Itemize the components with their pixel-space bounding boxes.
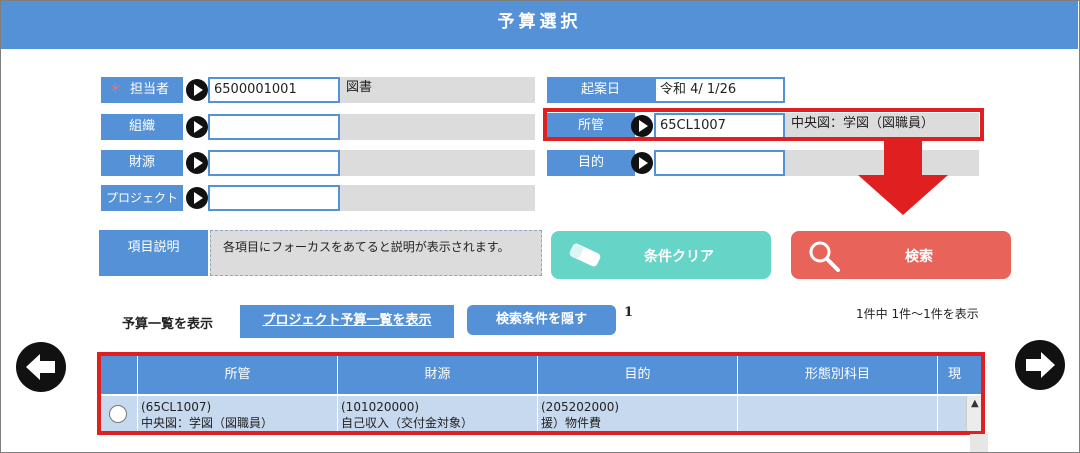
table-header-zaigen: 財源	[338, 356, 538, 394]
table-header-keitai: 形態別科目	[738, 356, 938, 394]
zaigen-code-input[interactable]	[208, 150, 340, 176]
next-page-button[interactable]	[1015, 340, 1065, 390]
table-cell-shokan: (65CL1007) 中央図：学図（図職員）	[138, 396, 338, 431]
tanto-label: ＊ 担当者	[101, 77, 183, 103]
kian-date-label: 起案日	[547, 77, 654, 103]
project-code-input[interactable]	[208, 185, 340, 211]
zaigen-label: 財源	[101, 150, 183, 176]
arrow-right-icon	[1026, 352, 1055, 378]
table-cell-keitai	[738, 396, 938, 431]
clear-button-label: 条件クリア	[644, 249, 714, 265]
scroll-up-icon[interactable]: ▲	[971, 398, 979, 409]
clear-button[interactable]: 条件クリア	[551, 231, 771, 279]
shokan-name-text: 中央図：学図（図職員）	[141, 416, 274, 430]
mokuteki-code-text: (205202000)	[541, 400, 620, 414]
budget-table: 所管 財源 目的 形態別科目 現 (65CL1007) 中央図：学図（図職員） …	[97, 352, 985, 435]
tanto-code-input[interactable]: 6500001001	[208, 77, 340, 103]
project-name	[340, 185, 535, 211]
mokuteki-label: 目的	[547, 150, 635, 176]
required-mark: ＊	[109, 82, 123, 97]
bottom-scroll-strip	[970, 434, 988, 452]
zaigen-name	[340, 150, 535, 176]
table-header-select	[101, 356, 138, 394]
soshiki-code-input[interactable]	[208, 114, 340, 140]
arrow-left-icon	[26, 354, 55, 380]
table-cell-mokuteki: (205202000) 援）物件費	[538, 396, 738, 431]
mokuteki-code-input[interactable]	[654, 150, 785, 176]
shokan-code-text: (65CL1007)	[141, 400, 212, 414]
description-label: 項目説明	[99, 230, 208, 276]
row-select-radio[interactable]	[109, 405, 127, 423]
tanto-lookup-icon[interactable]	[186, 79, 208, 101]
shokan-highlight	[543, 108, 984, 141]
kian-date-input[interactable]: 令和 4/ 1/26	[654, 77, 785, 103]
eraser-icon	[569, 243, 601, 267]
table-header-gen: 現	[938, 356, 981, 394]
table-cell-zaigen: (101020000) 自己収入（交付金対象）	[338, 396, 538, 431]
magnifier-icon	[809, 241, 840, 272]
zaigen-code-text: (101020000)	[341, 400, 420, 414]
tanto-label-text: 担当者	[130, 82, 170, 97]
soshiki-lookup-icon[interactable]	[186, 116, 208, 138]
page-title: 予算選択	[1, 1, 1078, 49]
result-count: 1件中 1件～1件を表示	[856, 307, 979, 321]
zaigen-name-text: 自己収入（交付金対象）	[341, 416, 474, 430]
mokuteki-lookup-icon[interactable]	[631, 152, 653, 174]
page-number: 1	[624, 305, 634, 320]
project-label: プロジェクト	[101, 185, 183, 211]
table-cell-gen	[938, 396, 968, 431]
prev-page-button[interactable]	[16, 342, 66, 392]
table-header-shokan: 所管	[138, 356, 338, 394]
table-header-mokuteki: 目的	[538, 356, 738, 394]
budget-list-title: 予算一覧を表示	[122, 317, 214, 332]
project-lookup-icon[interactable]	[186, 187, 208, 209]
table-scrollbar[interactable]: ▲	[966, 396, 981, 431]
arrow-down-icon	[858, 140, 948, 215]
description-text: 各項目にフォーカスをあてると説明が表示されます。	[210, 230, 542, 276]
search-button-label: 検索	[905, 249, 933, 265]
zaigen-lookup-icon[interactable]	[186, 152, 208, 174]
tanto-name: 図書	[340, 77, 535, 103]
soshiki-label: 組織	[101, 114, 183, 140]
soshiki-name	[340, 114, 535, 140]
search-button[interactable]: 検索	[791, 231, 1011, 279]
mokuteki-name-text: 援）物件費	[541, 416, 602, 430]
hide-conditions-button[interactable]: 検索条件を隠す	[467, 305, 616, 335]
project-budget-list-link[interactable]: プロジェクト予算一覧を表示	[240, 305, 454, 338]
